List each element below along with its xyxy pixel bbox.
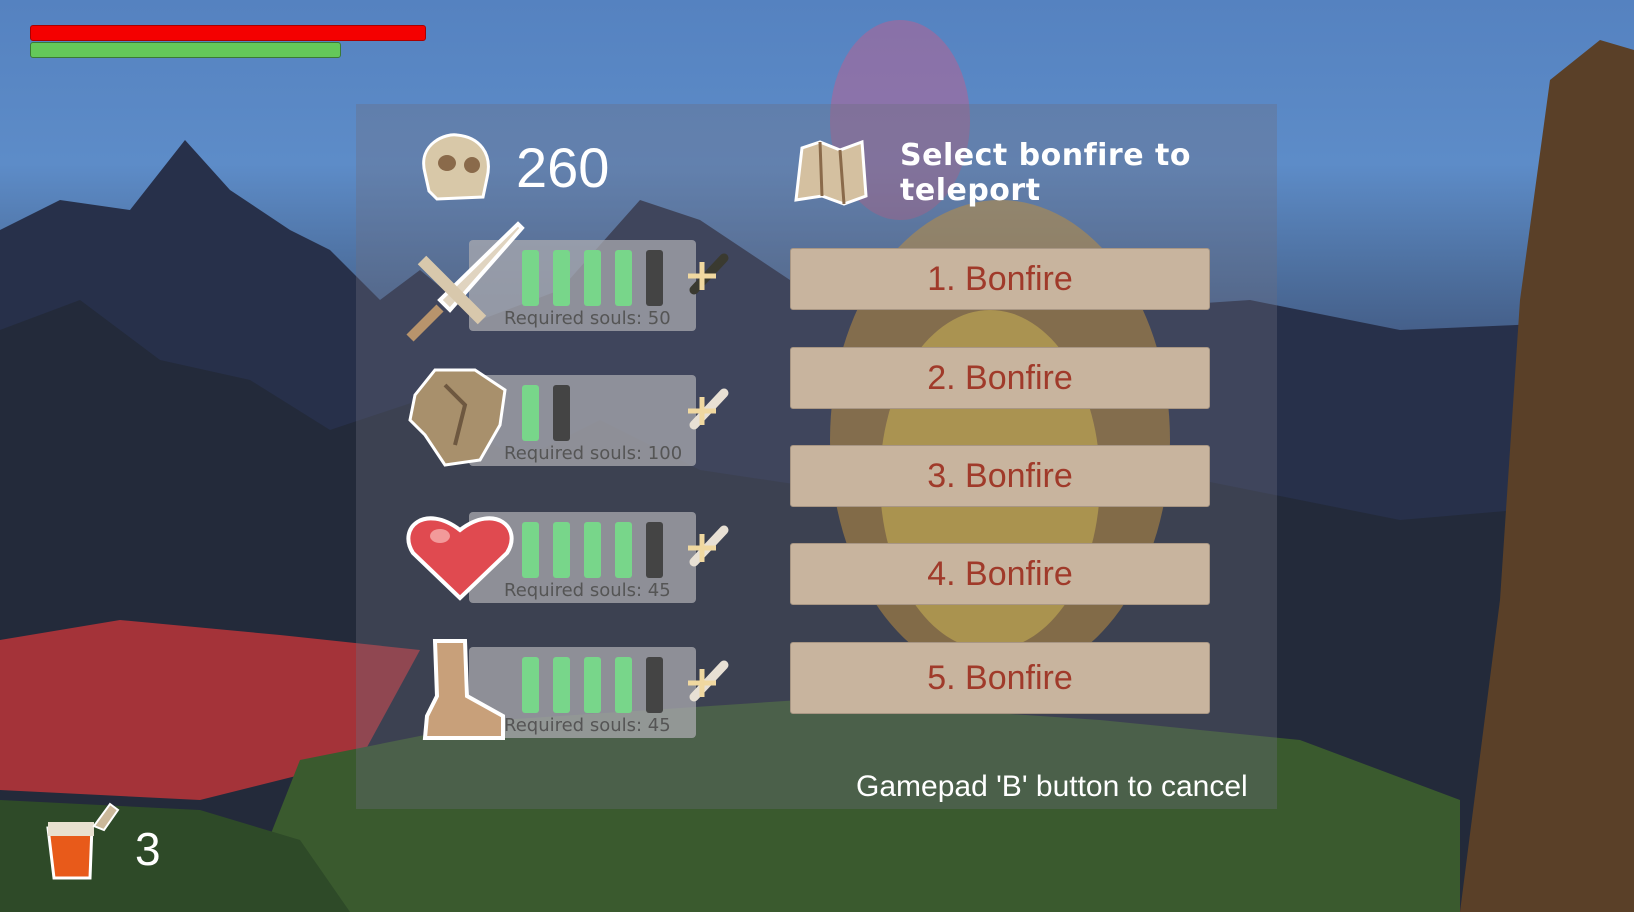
sword-icon <box>406 221 525 342</box>
skull-icon <box>422 133 490 201</box>
required-souls-label: Required souls: 100 <box>504 443 683 464</box>
bonfire-button-4[interactable]: 4. Bonfire <box>790 543 1210 605</box>
level-segment-filled <box>615 657 632 713</box>
level-segment-filled <box>522 522 539 578</box>
stamina-bar <box>30 42 341 58</box>
souls-count: 260 <box>516 136 610 199</box>
heart-icon <box>406 516 514 601</box>
cancel-hint: Gamepad 'B' button to cancel <box>856 770 1248 803</box>
armor-icon <box>408 368 507 467</box>
potion-icon <box>46 802 120 880</box>
level-segment-filled <box>522 385 539 441</box>
boot-icon <box>422 639 505 740</box>
level-segment-filled <box>584 657 601 713</box>
health-bar <box>30 25 426 41</box>
bonfire-button-1[interactable]: 1. Bonfire <box>790 248 1210 310</box>
level-segment-empty <box>553 385 570 441</box>
required-souls-label: Required souls: 45 <box>504 715 671 736</box>
potion-count: 3 <box>135 823 161 875</box>
bonfire-button-5[interactable]: 5. Bonfire <box>790 642 1210 714</box>
level-segment-filled <box>553 522 570 578</box>
level-segment-filled <box>615 250 632 306</box>
level-segment-filled <box>584 250 601 306</box>
level-segment-filled <box>522 657 539 713</box>
level-segment-empty <box>646 250 663 306</box>
level-segment-filled <box>553 250 570 306</box>
bonfire-button-2[interactable]: 2. Bonfire <box>790 347 1210 409</box>
teleport-title: Select bonfire to teleport <box>900 138 1191 208</box>
upgrade-boots-plus-bone-icon[interactable] <box>682 655 734 707</box>
teleport-title-line1: Select bonfire to <box>900 138 1191 173</box>
required-souls-label: Required souls: 50 <box>504 308 671 329</box>
bonfire-button-3[interactable]: 3. Bonfire <box>790 445 1210 507</box>
upgrade-armor-plus-bone-icon[interactable] <box>682 383 734 435</box>
teleport-title-line2: teleport <box>900 173 1041 208</box>
upgrade-health-plus-bone-icon[interactable] <box>682 520 734 572</box>
level-segment-empty <box>646 522 663 578</box>
level-segment-empty <box>646 657 663 713</box>
map-icon <box>794 139 868 206</box>
level-segment-filled <box>553 657 570 713</box>
level-segment-filled <box>584 522 601 578</box>
level-segment-filled <box>615 522 632 578</box>
required-souls-label: Required souls: 45 <box>504 580 671 601</box>
upgrade-sword-plus-bone-icon[interactable] <box>682 248 734 300</box>
